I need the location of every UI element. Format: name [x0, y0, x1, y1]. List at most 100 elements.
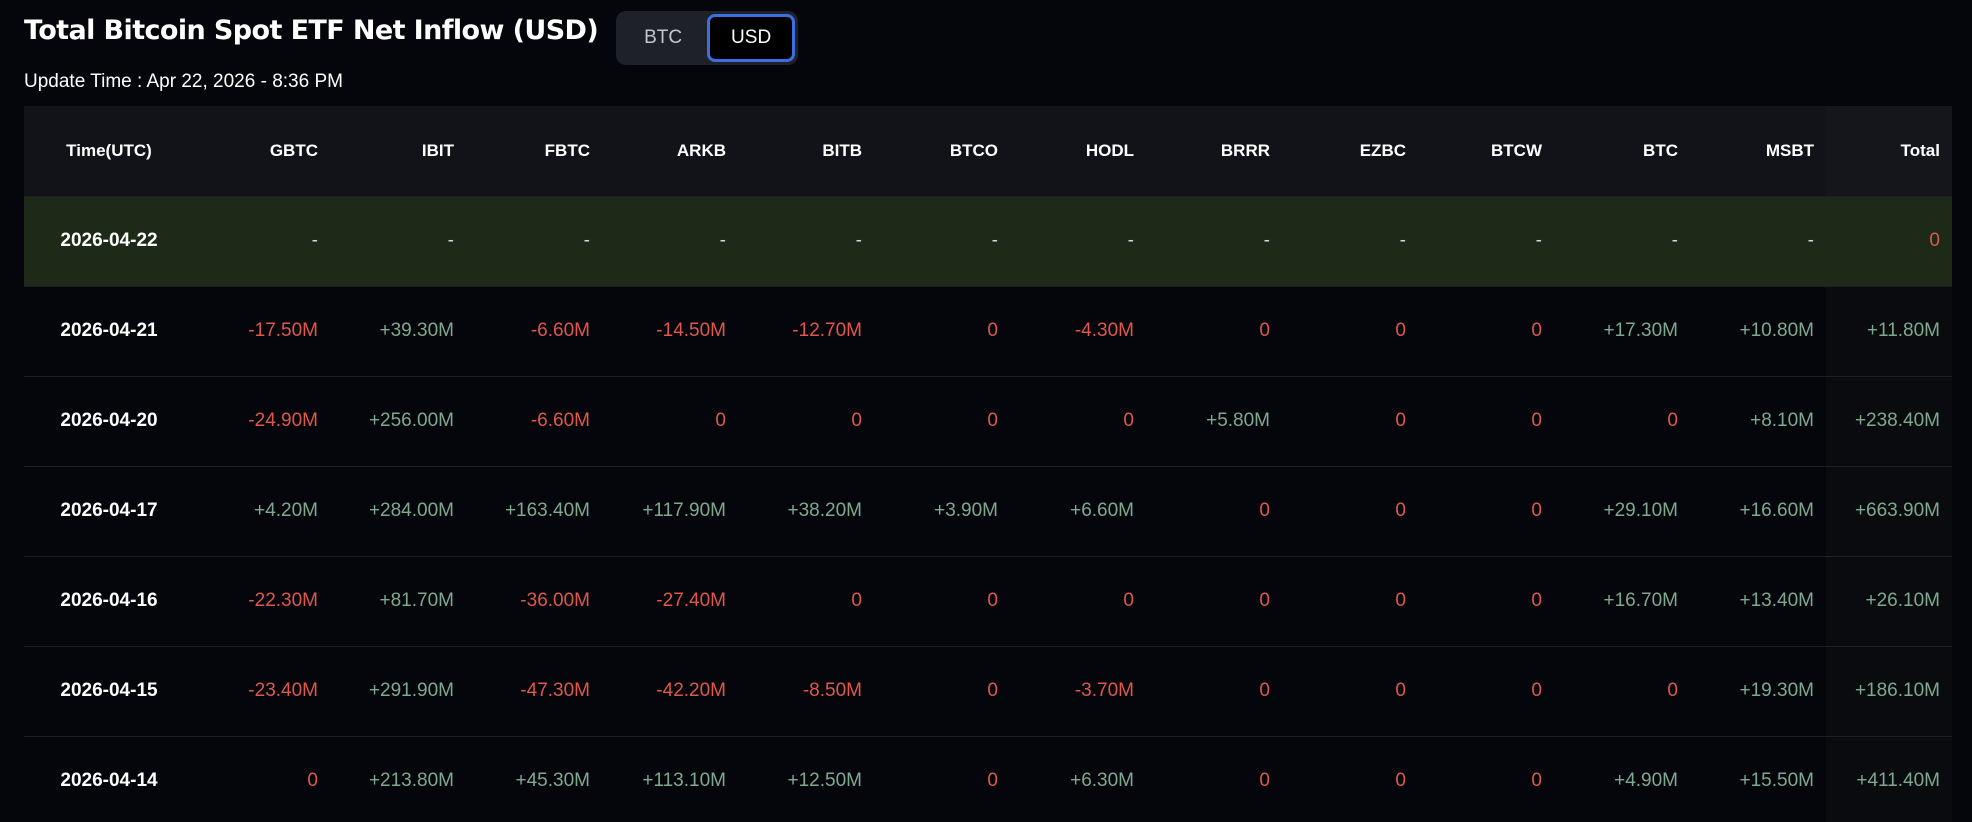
flow-cell: 0 — [987, 770, 998, 792]
flow-cell: - — [855, 230, 862, 251]
flow-cell: 0 — [1531, 770, 1542, 792]
column-header-ezbc: EZBC — [1359, 140, 1406, 160]
etf-flow-table-container[interactable]: Time(UTC) GBTC IBIT FBTC ARKB BITB BTCO HODL BRR… — [24, 106, 1952, 822]
flow-cell: - — [447, 230, 454, 251]
table-row[interactable]: 2026-04-16 -22.30M +81.70M -36.00M -27.40M 0 0… — [24, 556, 1952, 646]
flow-cell: -17.50M — [248, 320, 318, 341]
table-row[interactable]: 2026-04-22 - - - - - - - - - - - - 0 — [24, 196, 1952, 286]
table-row[interactable]: 2026-04-14 0 +213.80M +45.30M +113.10M +12.50… — [24, 736, 1952, 822]
flow-cell: +213.80M — [368, 770, 454, 792]
flow-cell: +10.80M — [1739, 320, 1814, 341]
flow-cell: +3.90M — [934, 500, 998, 521]
flow-cell: 0 — [1395, 770, 1406, 792]
date-cell: 2026-04-14 — [60, 770, 158, 792]
column-header-brrr: BRRR — [1220, 140, 1270, 160]
flow-cell: 0 — [1395, 590, 1406, 611]
flow-cell: -12.70M — [792, 320, 862, 341]
btc-toggle-button[interactable]: BTC — [619, 14, 707, 62]
table-row[interactable]: 2026-04-15 -23.40M +291.90M -47.30M -42.20M -… — [24, 646, 1952, 736]
flow-cell: -47.30M — [520, 680, 590, 701]
column-header-hodl: HODL — [1085, 140, 1134, 160]
column-header-bitb: BITB — [822, 140, 862, 160]
etf-flow-table: Time(UTC) GBTC IBIT FBTC ARKB BITB BTCO HODL BRR… — [24, 106, 1952, 822]
column-header-btco: BTCO — [949, 140, 998, 160]
flow-cell: +117.90M — [642, 500, 726, 521]
flow-cell: -8.50M — [802, 680, 862, 701]
flow-cell: 0 — [1531, 680, 1542, 701]
flow-cell: - — [1535, 230, 1542, 251]
flow-cell: -24.90M — [248, 410, 318, 431]
flow-cell: 0 — [987, 320, 998, 341]
table-row[interactable]: 2026-04-21 -17.50M +39.30M -6.60M -14.50M -12… — [24, 286, 1952, 376]
column-header-msbt: MSBT — [1765, 140, 1814, 160]
flow-cell: 0 — [715, 410, 726, 431]
update-time: Update Time : Apr 22, 2026 - 8:36 PM — [24, 71, 343, 92]
flow-cell: 0 — [1123, 410, 1134, 431]
flow-cell: +17.30M — [1603, 320, 1678, 341]
flow-cell: +81.70M — [379, 590, 454, 611]
flow-cell: 0 — [1259, 770, 1270, 792]
column-header-ibit: IBIT — [421, 140, 454, 160]
date-cell: 2026-04-21 — [60, 320, 158, 341]
date-cell: 2026-04-15 — [60, 680, 158, 701]
usd-toggle-button[interactable]: USD — [707, 14, 796, 62]
flow-cell: +4.90M — [1614, 770, 1678, 792]
flow-cell: -22.30M — [248, 590, 318, 611]
flow-cell: 0 — [1667, 680, 1678, 701]
page-header: Total Bitcoin Spot ETF Net Inflow (USD) … — [24, 8, 799, 68]
flow-cell: -14.50M — [656, 320, 726, 341]
flow-cell: +256.00M — [368, 410, 454, 431]
flow-cell: - — [719, 230, 726, 251]
table-header: Time(UTC) GBTC IBIT FBTC ARKB BITB BTCO HODL BRR… — [24, 106, 1952, 196]
flow-cell: +38.20M — [787, 500, 862, 521]
flow-cell: 0 — [851, 410, 862, 431]
flow-cell: +16.70M — [1603, 590, 1678, 611]
table-row[interactable]: 2026-04-20 -24.90M +256.00M -6.60M 0 0 0 0 +5.80… — [24, 376, 1952, 466]
date-cell: 2026-04-16 — [60, 590, 158, 611]
flow-cell: 0 — [1259, 500, 1270, 521]
flow-cell: -3.70M — [1074, 680, 1134, 701]
flow-cell: 0 — [1667, 410, 1678, 431]
column-header-btc: BTC — [1643, 140, 1678, 160]
flow-cell: -4.30M — [1074, 320, 1134, 341]
column-header-time-utc: Time(UTC) — [66, 140, 152, 160]
flow-cell: +16.60M — [1739, 500, 1814, 521]
flow-cell: -23.40M — [248, 680, 318, 701]
flow-cell: 0 — [1531, 320, 1542, 341]
flow-cell: -6.60M — [530, 410, 590, 431]
total-cell: 0 — [1929, 230, 1940, 251]
flow-cell: 0 — [1259, 680, 1270, 701]
flow-cell: - — [1263, 230, 1270, 251]
column-header-total: Total — [1826, 106, 1952, 196]
flow-cell: - — [1127, 230, 1134, 251]
total-cell: +411.40M — [1826, 736, 1952, 822]
flow-cell: 0 — [987, 680, 998, 701]
table-row[interactable]: 2026-04-17 +4.20M +284.00M +163.40M +117.90M… — [24, 466, 1952, 556]
flow-cell: +39.30M — [379, 320, 454, 341]
flow-cell: 0 — [1395, 410, 1406, 431]
flow-cell: - — [1807, 230, 1814, 251]
flow-cell: - — [1671, 230, 1678, 251]
total-cell: +11.80M — [1826, 286, 1952, 376]
flow-cell: +291.90M — [368, 680, 454, 701]
flow-cell: -27.40M — [656, 590, 726, 611]
flow-cell: +19.30M — [1739, 680, 1814, 701]
flow-cell: -42.20M — [656, 680, 726, 701]
flow-cell: +113.10M — [642, 770, 726, 792]
flow-cell: +163.40M — [504, 500, 590, 521]
flow-cell: - — [311, 230, 318, 251]
date-cell: 2026-04-20 — [60, 410, 158, 431]
flow-cell: +284.00M — [368, 500, 454, 521]
date-cell: 2026-04-17 — [60, 500, 158, 521]
flow-cell: 0 — [1123, 590, 1134, 611]
column-header-fbtc: FBTC — [544, 140, 590, 160]
flow-cell: 0 — [1531, 500, 1542, 521]
flow-cell: +6.30M — [1070, 770, 1134, 792]
flow-cell: 0 — [1395, 680, 1406, 701]
flow-cell: +8.10M — [1750, 410, 1814, 431]
flow-cell: 0 — [987, 590, 998, 611]
flow-cell: 0 — [1395, 320, 1406, 341]
flow-cell: - — [583, 230, 590, 251]
flow-cell: -6.60M — [530, 320, 590, 341]
flow-cell: +15.50M — [1739, 770, 1814, 792]
